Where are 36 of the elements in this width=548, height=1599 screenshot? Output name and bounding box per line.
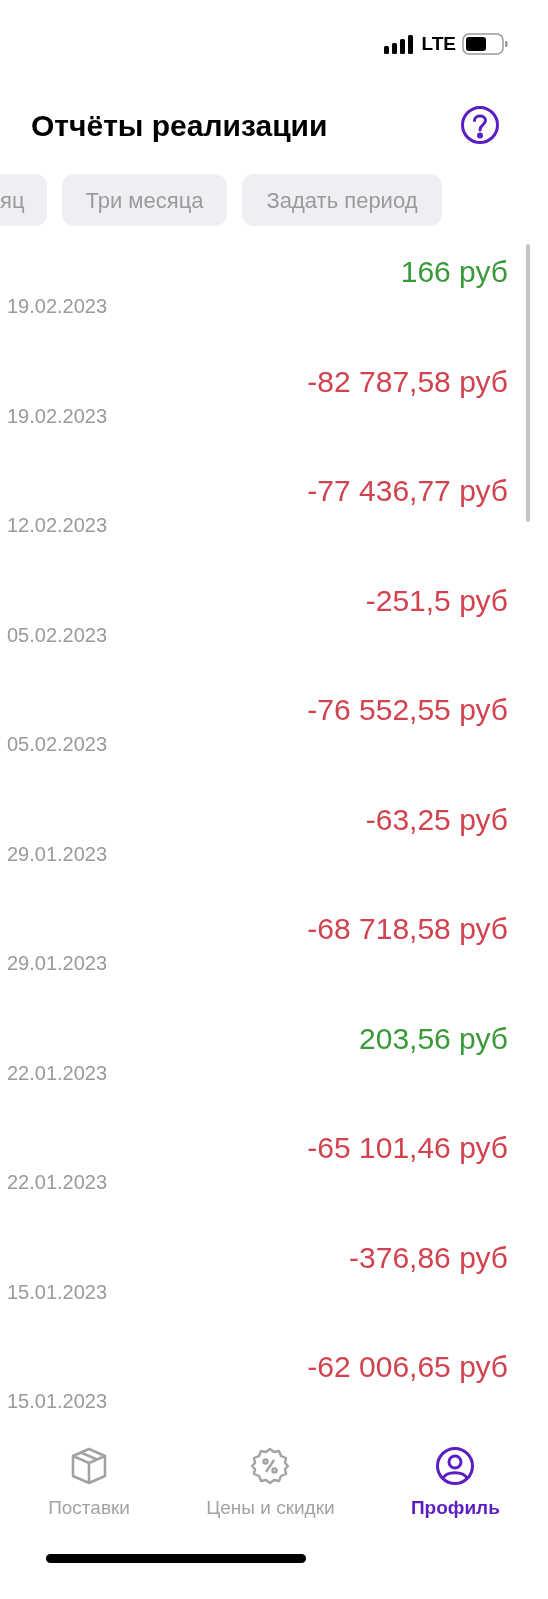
report-date: 22.01.2023 [7,1060,109,1085]
report-amount: 166 руб [400,254,508,290]
battery-icon [462,33,508,55]
network-label: LTE [421,31,456,56]
help-icon [460,105,500,145]
period-chip[interactable]: Три месяца [61,174,228,226]
report-amount: -76 552,55 руб [307,692,508,728]
tab-bar-item[interactable]: Цены и скидки [206,1446,335,1523]
report-date: 19.02.2023 [7,294,109,318]
report-date: 19.02.2023 [7,403,109,428]
report-date: 05.02.2023 [7,732,109,756]
report-amount: -68 718,58 руб [307,911,508,947]
report-amount: -77 436,77 руб [307,473,508,509]
page-title: Отчёты реализации [31,107,328,144]
period-chip[interactable]: яц [0,174,47,226]
help-button[interactable] [460,105,500,145]
report-date: 29.01.2023 [7,841,109,866]
report-date: 22.01.2023 [7,1170,109,1194]
profile-icon [435,1446,476,1486]
report-date: 12.02.2023 [7,513,109,537]
report-amount: -376,86 руб [349,1239,508,1276]
report-amount: -62 006,65 руб [307,1349,508,1385]
period-chip[interactable]: Задать период [242,174,442,226]
report-date: 29.01.2023 [7,951,109,975]
report-date: 05.02.2023 [7,622,109,647]
report-amount: -63,25 руб [365,801,508,838]
report-date: 15.01.2023 [7,1389,109,1413]
tab-bar-item[interactable]: Профиль [410,1446,500,1523]
discount-icon [250,1446,291,1486]
report-amount: -251,5 руб [365,582,508,619]
tab-bar-item[interactable]: Поставки [48,1446,130,1523]
signal-icon [383,34,416,54]
report-amount: 203,56 руб [359,1020,508,1057]
report-amount: -65 101,46 руб [307,1130,508,1166]
report-amount: -82 787,58 руб [307,363,508,400]
report-date: 15.01.2023 [7,1279,109,1304]
